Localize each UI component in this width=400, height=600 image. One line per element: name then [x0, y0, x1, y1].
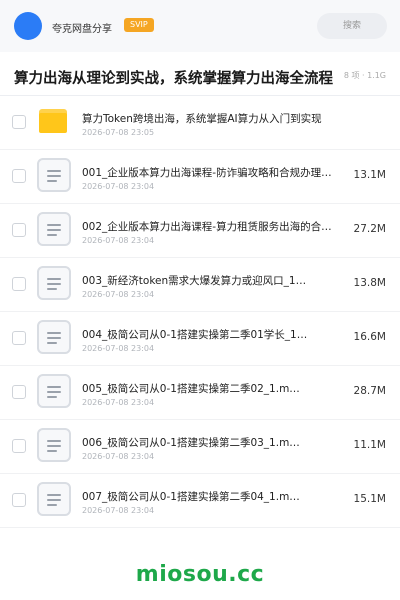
- item-date: 2026-07-08 23:04: [82, 398, 155, 407]
- list-item[interactable]: 001_企业版本算力出海课程-防诈骗攻略和合规办理… 2026-07-08 23…: [0, 150, 400, 204]
- list-item[interactable]: 007_极简公司从0-1搭建实操第二季04_1.m… 2026-07-08 23…: [0, 474, 400, 528]
- select-checkbox[interactable]: [12, 115, 26, 129]
- item-size: 28.7M: [353, 385, 386, 397]
- item-name[interactable]: 007_极简公司从0-1搭建实操第二季04_1.m…: [82, 489, 340, 504]
- item-date: 2026-07-08 23:04: [82, 182, 155, 191]
- svip-badge: SVIP: [124, 18, 154, 32]
- document-icon: [37, 158, 71, 192]
- folder-icon: [39, 109, 67, 133]
- item-name[interactable]: 006_极简公司从0-1搭建实操第二季03_1.m…: [82, 435, 340, 450]
- watermark: miosou.cc: [135, 562, 265, 587]
- search-button[interactable]: 搜索: [317, 13, 387, 39]
- avatar[interactable]: [14, 12, 42, 40]
- sharer-name: 夸克网盘分享: [52, 24, 112, 35]
- select-checkbox[interactable]: [12, 277, 26, 291]
- item-date: 2026-07-08 23:05: [82, 128, 155, 137]
- document-icon: [37, 374, 71, 408]
- document-icon: [37, 266, 71, 300]
- item-size: 13.8M: [353, 277, 386, 289]
- item-name[interactable]: 004_极简公司从0-1搭建实操第二季01学长_1…: [82, 327, 340, 342]
- item-date: 2026-07-08 23:04: [82, 236, 155, 245]
- item-date: 2026-07-08 23:04: [82, 506, 155, 515]
- list-item[interactable]: 003_新经济token需求大爆发算力或迎风口_1… 2026-07-08 23…: [0, 258, 400, 312]
- list-item[interactable]: 002_企业版本算力出海课程-算力租赁服务出海的合… 2026-07-08 23…: [0, 204, 400, 258]
- select-checkbox[interactable]: [12, 493, 26, 507]
- item-size: 13.1M: [353, 169, 386, 181]
- share-title-row: 8 项 · 1.1G 算力出海从理论到实战，系统掌握算力出海全流程: [0, 58, 400, 94]
- list-item[interactable]: 006_极简公司从0-1搭建实操第二季03_1.m… 2026-07-08 23…: [0, 420, 400, 474]
- select-checkbox[interactable]: [12, 385, 26, 399]
- select-checkbox[interactable]: [12, 439, 26, 453]
- item-name[interactable]: 005_极简公司从0-1搭建实操第二季02_1.m…: [82, 381, 340, 396]
- item-name[interactable]: 003_新经济token需求大爆发算力或迎风口_1…: [82, 273, 340, 288]
- page-title: 算力出海从理论到实战，系统掌握算力出海全流程: [14, 71, 333, 87]
- document-icon: [37, 428, 71, 462]
- list-item[interactable]: 004_极简公司从0-1搭建实操第二季01学长_1… 2026-07-08 23…: [0, 312, 400, 366]
- select-checkbox[interactable]: [12, 223, 26, 237]
- document-icon: [37, 212, 71, 246]
- file-list: 算力Token跨境出海，系统掌握AI算力从入门到实现 2026-07-08 23…: [0, 96, 400, 528]
- item-name[interactable]: 算力Token跨境出海，系统掌握AI算力从入门到实现: [82, 111, 382, 126]
- item-size: 27.2M: [353, 223, 386, 235]
- top-bar: 夸克网盘分享 SVIP 搜索: [0, 0, 400, 52]
- item-size: 15.1M: [353, 493, 386, 505]
- item-date: 2026-07-08 23:04: [82, 452, 155, 461]
- item-name[interactable]: 002_企业版本算力出海课程-算力租赁服务出海的合…: [82, 219, 340, 234]
- item-size: 16.6M: [353, 331, 386, 343]
- item-name[interactable]: 001_企业版本算力出海课程-防诈骗攻略和合规办理…: [82, 165, 340, 180]
- document-icon: [37, 320, 71, 354]
- item-date: 2026-07-08 23:04: [82, 290, 155, 299]
- select-checkbox[interactable]: [12, 169, 26, 183]
- select-checkbox[interactable]: [12, 331, 26, 345]
- item-date: 2026-07-08 23:04: [82, 344, 155, 353]
- document-icon: [37, 482, 71, 516]
- share-meta: 8 项 · 1.1G: [343, 71, 386, 80]
- item-size: 11.1M: [353, 439, 386, 451]
- list-item[interactable]: 005_极简公司从0-1搭建实操第二季02_1.m… 2026-07-08 23…: [0, 366, 400, 420]
- list-item[interactable]: 算力Token跨境出海，系统掌握AI算力从入门到实现 2026-07-08 23…: [0, 96, 400, 150]
